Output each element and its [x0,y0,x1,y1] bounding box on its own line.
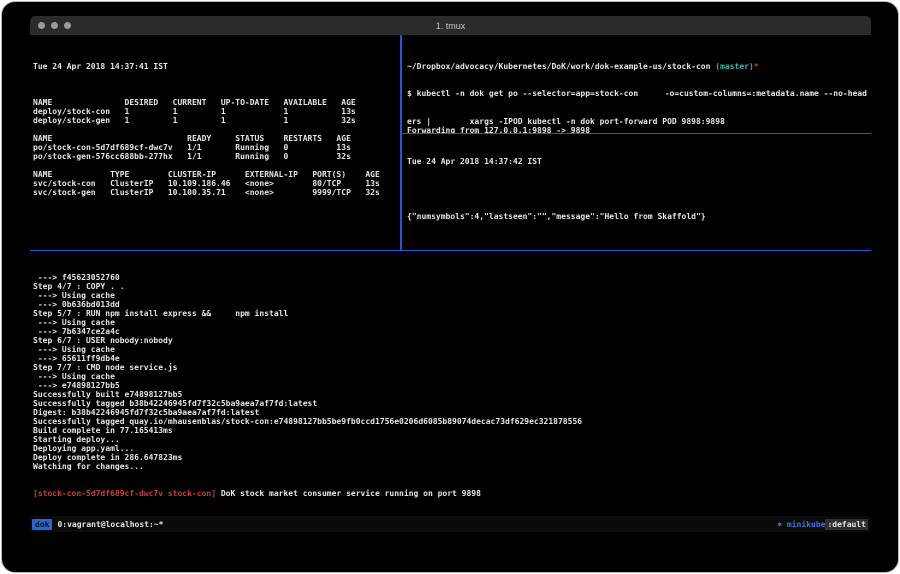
pane-border-horizontal-full[interactable] [30,250,871,251]
pane-border-horizontal-right[interactable] [401,133,871,134]
kube-status: ⎈ minikube :default [777,519,868,530]
pod-log-line: [stock-con-5d7df689cf-dwc7v stock-con] D… [33,489,871,498]
json-response: {"numsymbols":4,"lastseen":"","message":… [407,212,869,221]
prompt-path: ~/Dropbox/advocacy/Kubernetes/DoK/work/d… [407,62,710,71]
session-name[interactable]: dok [32,519,52,530]
pod-log-message: DoK stock market consumer service runnin… [216,489,481,498]
tmux-status-bar: dok 0:vagrant@localhost:~* ⎈ minikube :d… [30,516,871,532]
timestamp: Tue 24 Apr 2018 14:37:41 IST [33,62,400,71]
window-title: 1. tmux [30,21,871,31]
timestamp: Tue 24 Apr 2018 14:37:42 IST [407,157,869,166]
terminal-window[interactable]: 1. tmux Tue 24 Apr 2018 14:37:41 IST NAM… [30,16,871,533]
titlebar[interactable]: 1. tmux [30,16,871,35]
kube-namespace: :default [825,519,868,530]
command-right: -o=custom-columns=:metadata.name --no-he… [665,89,867,99]
window-name[interactable]: 0:vagrant@localhost:~* [57,520,163,529]
pane-port-forward[interactable]: ~/Dropbox/advocacy/Kubernetes/DoK/work/d… [402,35,869,133]
pane-border-vertical[interactable] [400,35,402,250]
git-branch: (master) [710,62,753,71]
kubectl-resources-output: NAME DESIRED CURRENT UP-TO-DATE AVAILABL… [33,89,400,197]
docker-build-output: ---> f45623052760 Step 4/7 : COPY . . --… [33,273,871,471]
pod-log-prefix: [stock-con-5d7df689cf-dwc7v stock-con] [33,489,216,498]
kube-context: minikube [782,520,825,529]
command-left: $ kubectl -n dok get po --selector=app=s… [407,89,638,99]
pane-kubectl-watch[interactable]: Tue 24 Apr 2018 14:37:41 IST NAME DESIRE… [30,35,400,250]
port-forward-output: ers | xargs -IPOD kubectl -n dok port-fo… [407,117,869,134]
pane-skaffold-log[interactable]: ---> f45623052760 Step 4/7 : COPY . . --… [30,251,871,516]
kubectl-port-forward-command: $ kubectl -n dok get po --selector=app=s… [407,89,867,99]
shell-prompt: ~/Dropbox/advocacy/Kubernetes/DoK/work/d… [407,62,869,71]
screen: 1. tmux Tue 24 Apr 2018 14:37:41 IST NAM… [1,1,899,573]
git-dirty-flag: * [754,62,759,71]
pane-curl-output[interactable]: Tue 24 Apr 2018 14:37:42 IST {"numsymbol… [402,134,869,250]
blank-line [407,184,869,194]
